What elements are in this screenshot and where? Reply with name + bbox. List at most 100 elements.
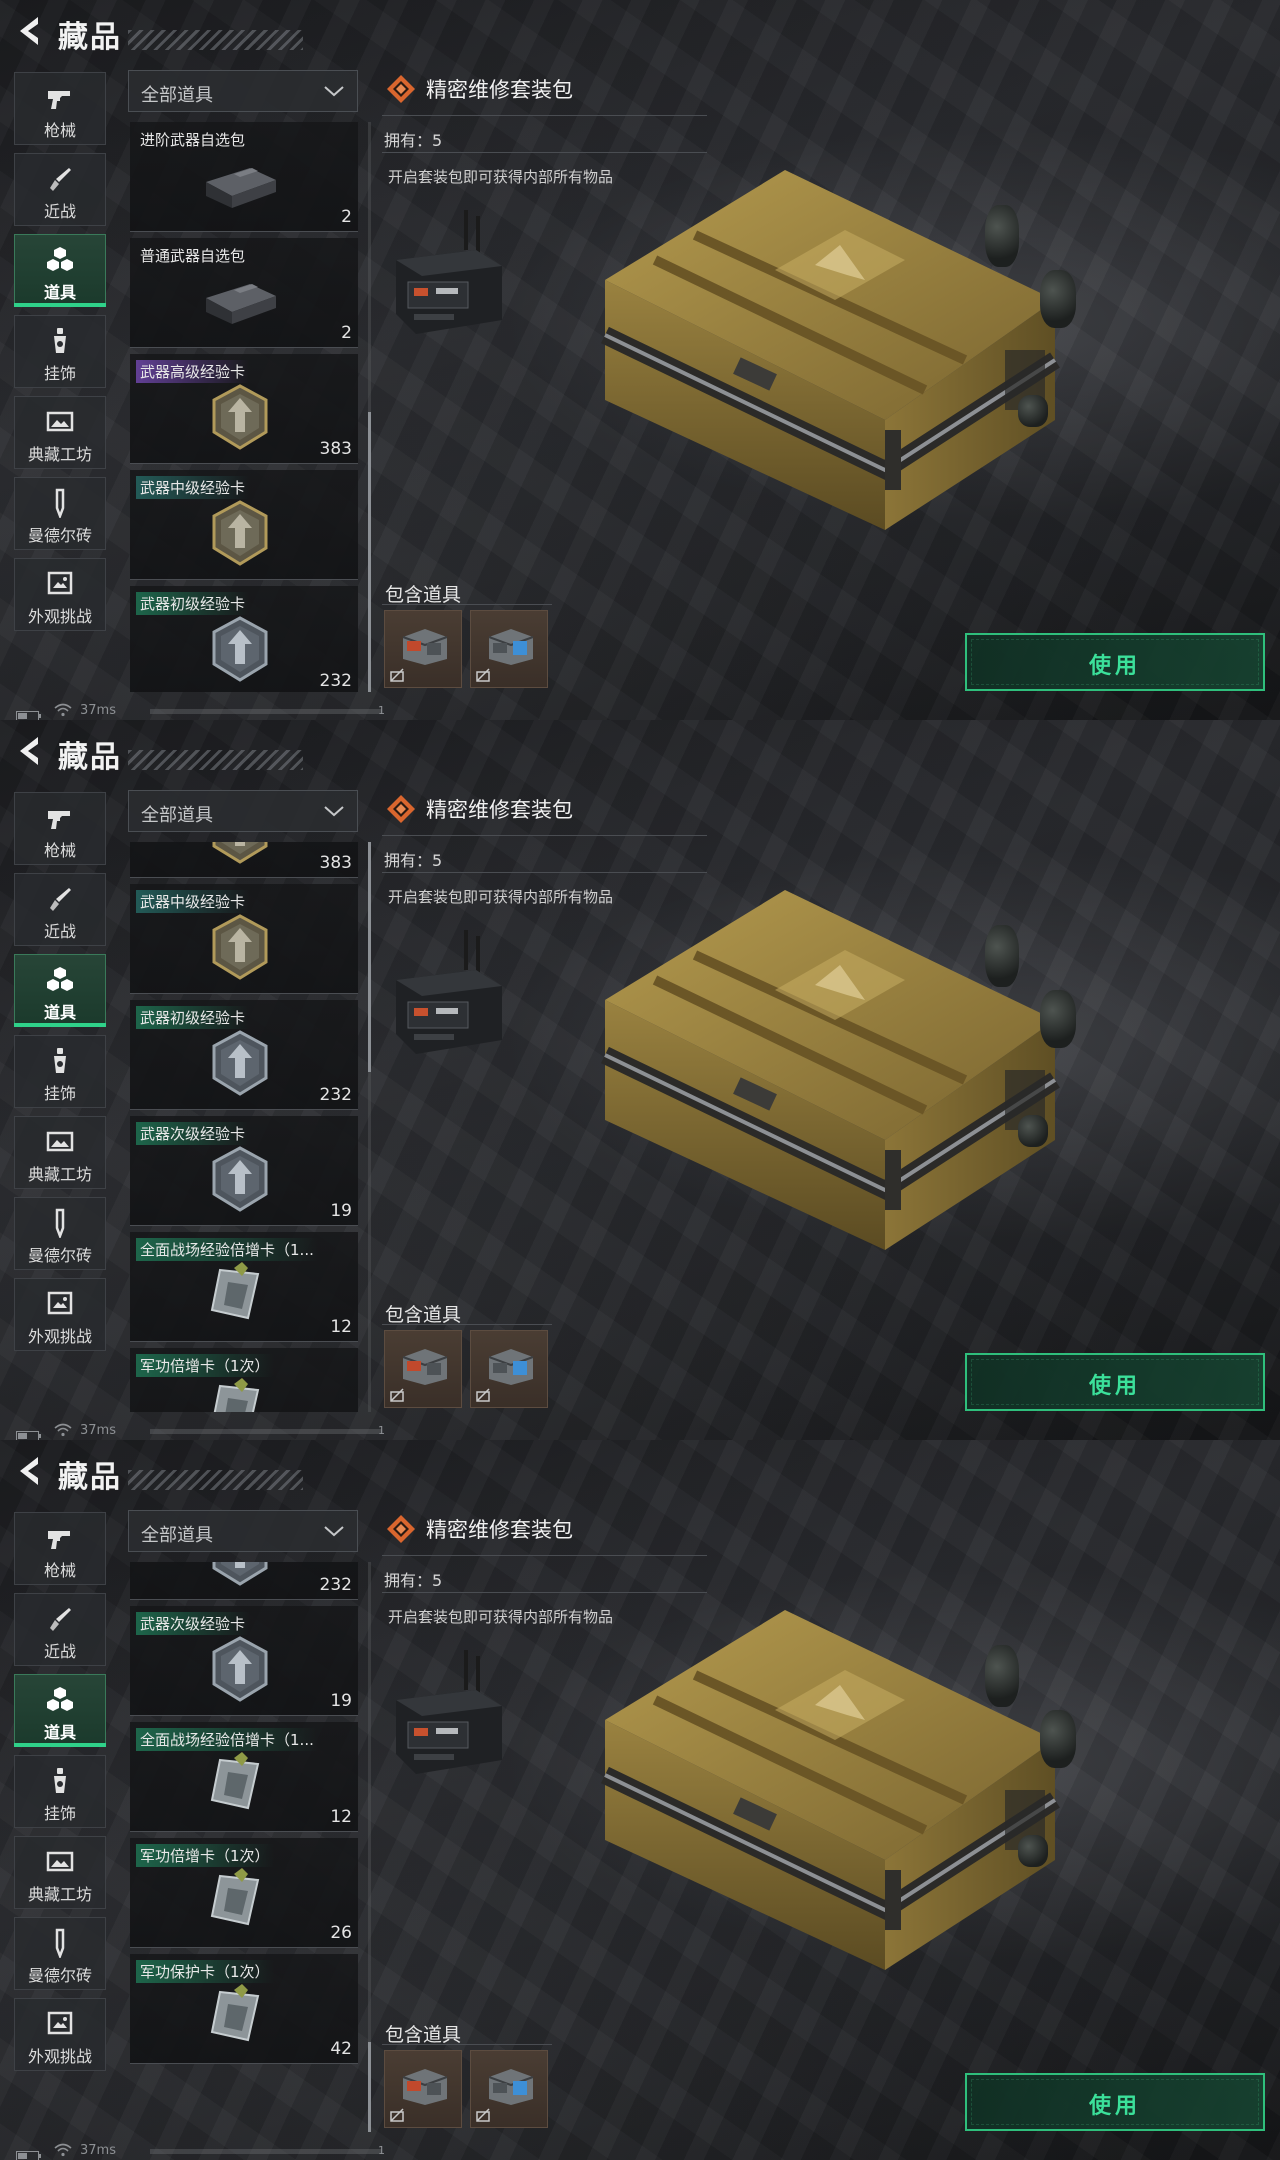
ping-bar <box>150 2149 382 2154</box>
nav-label: 外观挑战 <box>27 607 92 626</box>
boost-card-icon <box>200 1260 280 1330</box>
exp-card-silver-icon <box>200 1634 280 1704</box>
cubes-icon <box>45 965 75 995</box>
back-arrow-icon[interactable] <box>14 14 42 48</box>
item-count: 2 <box>341 207 352 227</box>
contained-item-slot[interactable] <box>470 610 548 688</box>
item-filter-dropdown[interactable]: 全部道具 <box>128 70 358 112</box>
inventory-list-item[interactable]: 武器高级经验卡 383 <box>130 354 358 464</box>
nav-item-0[interactable]: 枪械 <box>14 1512 106 1585</box>
nav-item-4[interactable]: 典藏工坊 <box>14 1836 106 1909</box>
inventory-list-item[interactable]: 军功倍增卡（1次） <box>130 1348 358 1412</box>
nav-item-4[interactable]: 典藏工坊 <box>14 1116 106 1189</box>
bound-icon <box>389 1387 405 1403</box>
nav-label: 挂饰 <box>43 1804 76 1823</box>
repair-kit-blue-icon <box>483 2061 537 2107</box>
inventory-list-item[interactable]: 军功保护卡（1次） 42 <box>130 1954 358 2064</box>
inventory-list-item[interactable]: 武器次级经验卡 19 <box>130 1116 358 1226</box>
status-marker: 1 <box>378 704 385 717</box>
inventory-list-item[interactable]: 普通武器自选包 2 <box>130 238 358 348</box>
nav-item-3[interactable]: 挂饰 <box>14 315 106 388</box>
inventory-list-item[interactable]: 武器初级经验卡 232 <box>130 586 358 692</box>
nav-item-5[interactable]: 曼德尔砖 <box>14 1917 106 1990</box>
bound-icon <box>475 1387 491 1403</box>
use-button[interactable]: 使用 <box>965 2073 1265 2131</box>
nav-item-6[interactable]: 外观挑战 <box>14 1278 106 1351</box>
inventory-scrollbar[interactable] <box>368 1562 371 2132</box>
scrollbar-thumb[interactable] <box>368 2042 371 2132</box>
inventory-scrollbar[interactable] <box>368 842 371 1412</box>
inventory-scrollbar[interactable] <box>368 122 371 692</box>
inventory-list-item[interactable]: 武器中级经验卡 <box>130 470 358 580</box>
use-button-label: 使用 <box>1088 654 1141 679</box>
inventory-list-item[interactable]: 武器次级经验卡 19 <box>130 1606 358 1716</box>
nav-item-3[interactable]: 挂饰 <box>14 1755 106 1828</box>
nav-item-5[interactable]: 曼德尔砖 <box>14 477 106 550</box>
nav-item-2[interactable]: 道具 <box>14 954 106 1027</box>
item-count: 232 <box>319 1575 352 1595</box>
status-marker: 1 <box>378 1424 385 1437</box>
inventory-list[interactable]: 383 武器中级经验卡 武器初级经验卡 232 武器次级经验卡 19 全面战场经… <box>130 842 360 1412</box>
inventory-list-item[interactable]: 进阶武器自选包 2 <box>130 122 358 232</box>
item-name: 军功保护卡（1次） <box>136 1960 274 1983</box>
nav-label: 枪械 <box>43 1561 76 1580</box>
workshop-icon <box>45 1847 75 1877</box>
nav-item-1[interactable]: 近战 <box>14 873 106 946</box>
contained-item-slot[interactable] <box>384 610 462 688</box>
use-button[interactable]: 使用 <box>965 1353 1265 1411</box>
nav-item-3[interactable]: 挂饰 <box>14 1035 106 1108</box>
inventory-list-item[interactable]: 232 <box>130 1562 358 1600</box>
inventory-list-item[interactable]: 武器初级经验卡 232 <box>130 1000 358 1110</box>
nav-item-1[interactable]: 近战 <box>14 1593 106 1666</box>
contained-item-slot[interactable] <box>384 2050 462 2128</box>
inventory-list[interactable]: 232 武器次级经验卡 19 全面战场经验倍增卡（1... 12 军功倍增卡（1… <box>130 1562 360 2132</box>
item-filter-dropdown[interactable]: 全部道具 <box>128 1510 358 1552</box>
item-name: 武器高级经验卡 <box>136 360 250 383</box>
nav-item-0[interactable]: 枪械 <box>14 72 106 145</box>
inventory-list-item[interactable]: 武器中级经验卡 <box>130 884 358 994</box>
nav-label: 曼德尔砖 <box>27 1246 92 1265</box>
repair-kit-crate-image <box>585 1590 1100 1995</box>
contains-label: 包含道具 <box>385 584 462 606</box>
status-bar: 37ms 1 <box>16 2142 396 2160</box>
nav-item-6[interactable]: 外观挑战 <box>14 1998 106 2071</box>
item-count: 383 <box>319 439 352 459</box>
back-arrow-icon[interactable] <box>14 1454 42 1488</box>
collection-screen: 藏品 枪械 近战 道具 挂饰 典藏工坊 曼德尔砖 外 <box>0 1440 1280 2160</box>
item-count: 12 <box>330 1807 352 1827</box>
owned-count: 拥有：5 <box>384 131 443 150</box>
inventory-list-item[interactable]: 383 <box>130 842 358 878</box>
category-sidebar: 枪械 近战 道具 挂饰 典藏工坊 曼德尔砖 外观挑战 <box>14 1512 106 2079</box>
inventory-list-item[interactable]: 全面战场经验倍增卡（1... 12 <box>130 1722 358 1832</box>
contained-item-slot[interactable] <box>470 2050 548 2128</box>
use-button[interactable]: 使用 <box>965 633 1265 691</box>
inventory-list-item[interactable]: 军功倍增卡（1次） 26 <box>130 1838 358 1948</box>
item-filter-dropdown[interactable]: 全部道具 <box>128 790 358 832</box>
contained-item-slot[interactable] <box>384 1330 462 1408</box>
charm-icon <box>45 326 75 356</box>
item-title: 精密维修套装包 <box>426 798 573 822</box>
cubes-icon <box>45 1685 75 1715</box>
contained-item-slot[interactable] <box>470 1330 548 1408</box>
nav-item-0[interactable]: 枪械 <box>14 792 106 865</box>
header: 藏品 <box>0 720 310 780</box>
nav-item-1[interactable]: 近战 <box>14 153 106 226</box>
inventory-list-item[interactable]: 全面战场经验倍增卡（1... 12 <box>130 1232 358 1342</box>
nav-item-2[interactable]: 道具 <box>14 234 106 307</box>
nav-item-6[interactable]: 外观挑战 <box>14 558 106 631</box>
inventory-list[interactable]: 进阶武器自选包 2 普通武器自选包 2 武器高级经验卡 383 武器中级经验卡 … <box>130 122 360 692</box>
chevron-down-icon <box>323 83 345 99</box>
nav-item-2[interactable]: 道具 <box>14 1674 106 1747</box>
nav-label: 道具 <box>43 1723 76 1742</box>
nav-item-5[interactable]: 曼德尔砖 <box>14 1197 106 1270</box>
radio-device-icon <box>386 1650 512 1786</box>
scrollbar-thumb[interactable] <box>368 842 371 1072</box>
scrollbar-thumb[interactable] <box>368 412 371 692</box>
boost-card-icon <box>200 1982 280 2052</box>
item-count: 42 <box>330 2039 352 2059</box>
nav-item-4[interactable]: 典藏工坊 <box>14 396 106 469</box>
back-arrow-icon[interactable] <box>14 734 42 768</box>
nav-label: 典藏工坊 <box>27 445 92 464</box>
challenge-icon <box>45 569 75 599</box>
item-count: 12 <box>330 1317 352 1337</box>
